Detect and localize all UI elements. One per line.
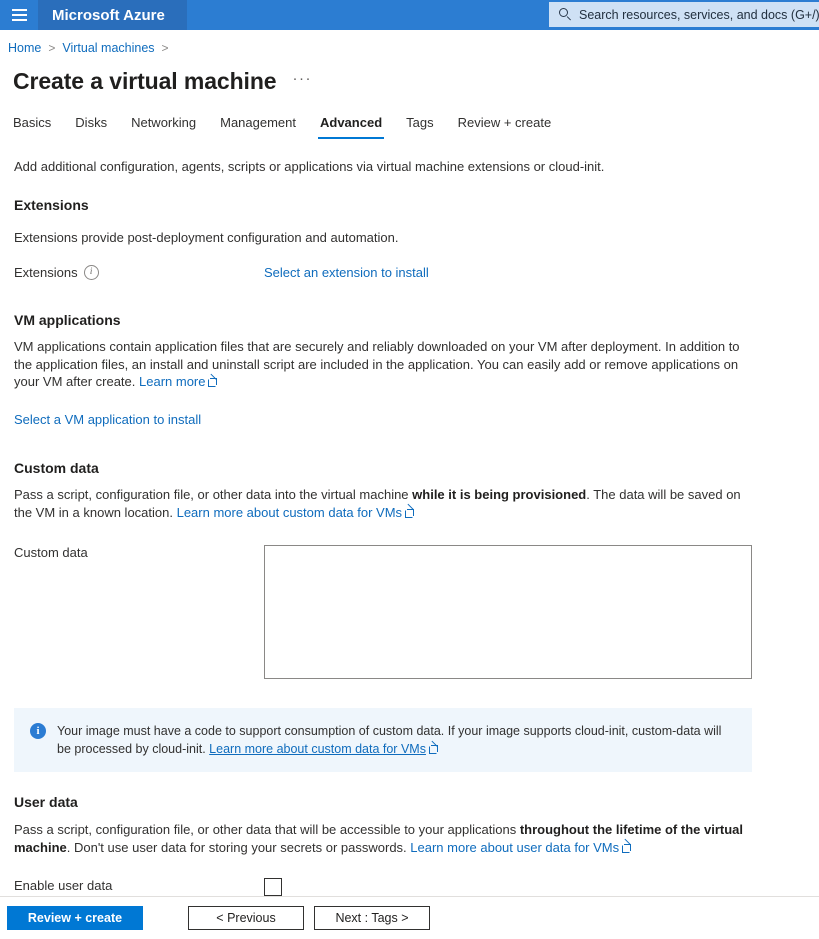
- breadcrumb: Home > Virtual machines >: [8, 41, 169, 55]
- tab-tags[interactable]: Tags: [394, 115, 445, 139]
- external-link-icon: [428, 740, 438, 754]
- select-extension-link[interactable]: Select an extension to install: [264, 265, 429, 280]
- enable-user-data-label-group: Enable user data: [14, 878, 264, 893]
- breadcrumb-item-home[interactable]: Home: [8, 41, 41, 55]
- custom-data-textarea[interactable]: [264, 545, 752, 679]
- user-data-learn-more-link[interactable]: Learn more about user data for VMs: [410, 840, 619, 855]
- review-create-button[interactable]: Review + create: [7, 906, 143, 930]
- enable-user-data-checkbox[interactable]: [264, 878, 282, 896]
- custom-data-field-label-group: Custom data: [14, 545, 264, 560]
- custom-data-info-banner-link[interactable]: Learn more about custom data for VMs: [209, 742, 426, 756]
- vm-applications-description-text: VM applications contain application file…: [14, 339, 740, 389]
- page-title-row: Create a virtual machine ···: [13, 68, 312, 95]
- custom-data-field-label: Custom data: [14, 545, 88, 560]
- tab-management[interactable]: Management: [208, 115, 308, 139]
- hamburger-bar: [11, 19, 27, 21]
- extensions-heading: Extensions: [14, 197, 89, 213]
- global-search-input[interactable]: Search resources, services, and docs (G+…: [549, 2, 819, 27]
- breadcrumb-item-virtual-machines[interactable]: Virtual machines: [62, 41, 154, 55]
- external-link-icon: [208, 373, 218, 387]
- info-circle-icon[interactable]: [83, 264, 99, 280]
- chevron-right-icon: >: [161, 41, 169, 55]
- custom-data-learn-more-link[interactable]: Learn more about custom data for VMs: [177, 505, 402, 520]
- select-vm-application-link[interactable]: Select a VM application to install: [14, 412, 201, 427]
- tab-disks[interactable]: Disks: [63, 115, 119, 139]
- external-link-icon: [405, 503, 415, 518]
- user-data-description-tail: . Don't use user data for storing your s…: [66, 839, 411, 855]
- custom-data-info-banner-text: Your image must have a code to support c…: [57, 722, 729, 758]
- external-link-icon: [622, 838, 632, 853]
- extensions-field-label: Extensions: [14, 265, 78, 280]
- search-icon: [558, 7, 573, 22]
- page-title: Create a virtual machine: [13, 68, 277, 94]
- hamburger-icon[interactable]: [0, 0, 38, 30]
- wizard-footer: Review + create < Previous Next : Tags >: [0, 896, 819, 939]
- hamburger-bar: [11, 14, 27, 16]
- azure-brand-link[interactable]: Microsoft Azure: [38, 0, 187, 30]
- tab-advanced[interactable]: Advanced: [308, 115, 394, 139]
- tab-networking[interactable]: Networking: [119, 115, 208, 139]
- vm-applications-heading: VM applications: [14, 312, 121, 328]
- vm-applications-learn-more-link[interactable]: Learn more: [139, 374, 205, 389]
- custom-data-description-emphasis: while it is being provisioned: [412, 487, 587, 502]
- previous-button[interactable]: < Previous: [188, 906, 304, 930]
- custom-data-description-lead: Pass a script, configuration file, or ot…: [14, 487, 413, 502]
- user-data-heading: User data: [14, 794, 78, 810]
- custom-data-field-row: Custom data: [14, 545, 774, 679]
- global-search-placeholder: Search resources, services, and docs (G+…: [579, 7, 819, 22]
- info-circle-filled-icon: [30, 723, 46, 739]
- enable-user-data-label: Enable user data: [14, 878, 113, 893]
- vm-applications-description: VM applications contain application file…: [14, 338, 750, 391]
- chevron-right-icon: >: [48, 41, 56, 55]
- custom-data-info-banner: Your image must have a code to support c…: [14, 708, 752, 772]
- custom-data-heading: Custom data: [14, 460, 99, 476]
- user-data-description-lead: Pass a script, configuration file, or ot…: [14, 822, 520, 837]
- tab-review-create[interactable]: Review + create: [446, 115, 564, 139]
- custom-data-description: Pass a script, configuration file, or ot…: [14, 486, 750, 521]
- extensions-field-row: Extensions Select an extension to instal…: [14, 264, 774, 280]
- extensions-field-label-group: Extensions: [14, 264, 264, 280]
- extensions-description: Extensions provide post-deployment confi…: [14, 230, 399, 245]
- hamburger-bar: [11, 9, 27, 11]
- enable-user-data-row: Enable user data: [14, 878, 774, 896]
- next-tags-button[interactable]: Next : Tags >: [314, 906, 430, 930]
- more-actions-button[interactable]: ···: [293, 70, 313, 93]
- wizard-tabs: Basics Disks Networking Management Advan…: [13, 115, 563, 139]
- tab-basics[interactable]: Basics: [13, 115, 63, 139]
- advanced-intro-text: Add additional configuration, agents, sc…: [14, 159, 605, 174]
- global-header: Microsoft Azure Search resources, servic…: [0, 0, 819, 30]
- user-data-description: Pass a script, configuration file, or ot…: [14, 821, 750, 856]
